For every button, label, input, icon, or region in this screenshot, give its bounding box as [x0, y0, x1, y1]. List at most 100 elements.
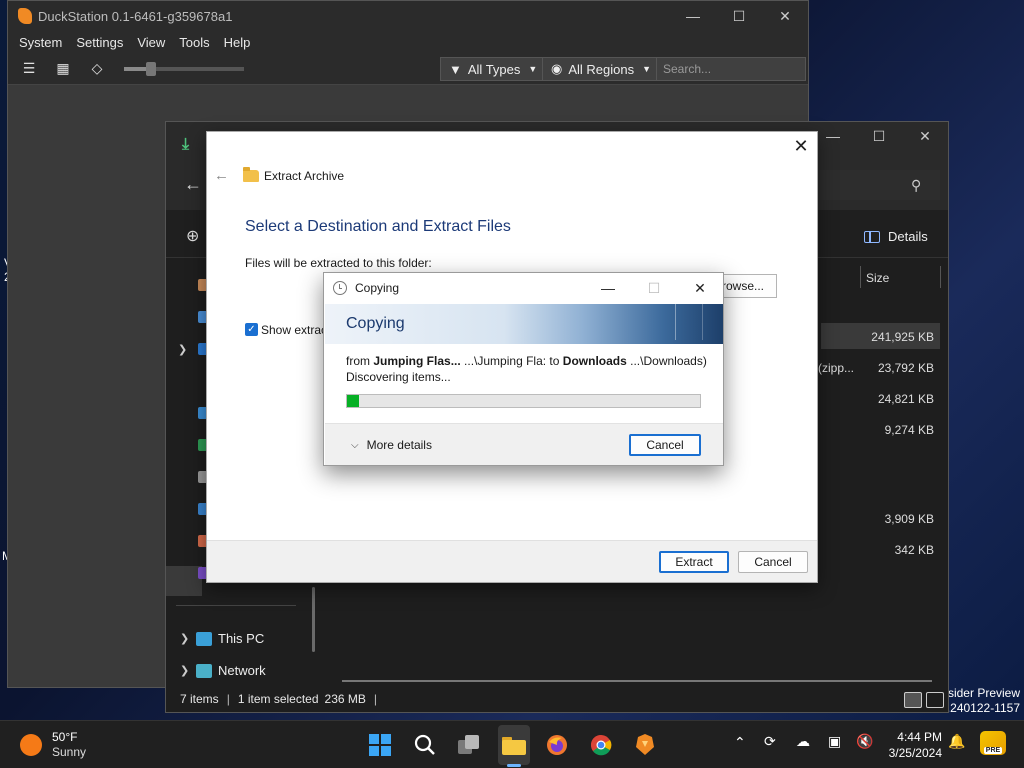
progress-fill	[347, 395, 360, 407]
region-filter-dropdown[interactable]: ◉ All Regions ▼	[542, 57, 661, 81]
search-input[interactable]: Search...	[656, 57, 806, 81]
search-button[interactable]	[409, 729, 441, 761]
show-files-label: Show extract	[261, 323, 331, 337]
chevron-up-icon[interactable]: ⌃	[734, 734, 746, 751]
clock-icon	[333, 281, 347, 295]
list-view-icon[interactable]: ☰	[16, 57, 42, 81]
task-view-button[interactable]	[453, 729, 485, 761]
grid-view-icon[interactable]: ▦	[50, 57, 76, 81]
start-button[interactable]	[364, 729, 396, 761]
region-filter-label: All Regions	[568, 61, 635, 77]
new-plus-icon[interactable]: ⊕	[186, 226, 199, 246]
expand-chevron[interactable]: ❯	[178, 343, 194, 356]
chrome-taskbar-button[interactable]	[585, 729, 617, 761]
back-arrow-icon[interactable]: ←	[214, 167, 229, 184]
file-size-cell: 3,909 KB	[884, 512, 934, 526]
insider-pre-badge-icon[interactable]: PRE	[980, 731, 1006, 755]
menu-tools[interactable]: Tools	[172, 35, 216, 50]
download-icon: ⤓	[182, 136, 190, 153]
nav-network[interactable]: ❯ Network	[180, 663, 266, 678]
close-icon[interactable]: ✕	[762, 8, 808, 25]
computer-icon	[196, 631, 212, 646]
minimize-icon[interactable]: —	[585, 273, 631, 303]
duckstation-icon	[636, 734, 654, 755]
column-header-size[interactable]: Size	[866, 271, 889, 285]
menu-help[interactable]: Help	[217, 35, 258, 50]
file-explorer-taskbar-button[interactable]	[498, 729, 530, 761]
status-selected: 1 item selected	[237, 692, 319, 706]
close-icon[interactable]: ✕	[791, 136, 811, 157]
copy-title: Copying	[355, 281, 400, 295]
extract-button[interactable]: Extract	[659, 551, 729, 573]
status-size: 236 MB	[324, 692, 366, 706]
status-item-count: 7 items	[180, 692, 219, 706]
notification-bell-icon[interactable]: 🔔	[948, 733, 965, 750]
active-app-indicator	[507, 764, 521, 767]
dialog-heading: Select a Destination and Extract Files	[245, 218, 511, 235]
chevron-right-icon: ❯	[180, 633, 190, 645]
weather-widget[interactable]: 50°F Sunny	[20, 730, 86, 760]
banner-text: Copying	[346, 315, 405, 332]
slider-handle[interactable]	[146, 61, 156, 76]
status-bar: 7 items | 1 item selected 236 MB |	[166, 686, 948, 712]
menu-system[interactable]: System	[12, 35, 69, 50]
system-clock[interactable]: 4:44 PM 3/25/2024	[884, 729, 942, 761]
weather-condition: Sunny	[52, 745, 87, 759]
cancel-copy-button[interactable]: Cancel	[629, 434, 701, 456]
close-icon[interactable]: ✕	[902, 122, 948, 150]
menu-settings[interactable]: Settings	[69, 35, 130, 50]
details-view-icon[interactable]	[904, 692, 922, 708]
minimize-icon[interactable]: —	[670, 8, 716, 25]
chevron-down-icon: ⌵	[351, 439, 359, 451]
horizontal-scrollbar[interactable]	[342, 680, 932, 682]
sun-icon	[20, 734, 42, 756]
firefox-icon	[547, 735, 567, 755]
zip-folder-icon	[243, 167, 259, 182]
duckstation-taskbar-button[interactable]	[629, 729, 661, 761]
filter-icon: ▼	[449, 61, 462, 77]
file-size-cell: 342 KB	[894, 543, 934, 557]
os-watermark-line1: sider Preview	[947, 686, 1020, 700]
type-filter-dropdown[interactable]: ▼ All Types ▼	[440, 57, 547, 81]
nav-this-pc-label: This PC	[218, 631, 265, 646]
details-label: Details	[888, 229, 928, 244]
tag-icon[interactable]: ◇	[84, 57, 110, 81]
file-size-cell: 23,792 KB	[877, 361, 934, 375]
duckstation-titlebar[interactable]: DuckStation 0.1-6461-g359678a1 — ☐ ✕	[8, 1, 808, 31]
destination-label: Files will be extracted to this folder:	[245, 256, 432, 270]
maximize-icon: ☐	[647, 280, 661, 296]
sync-icon[interactable]: ⟳	[764, 733, 776, 750]
zoom-slider[interactable]	[124, 61, 244, 76]
globe-icon: ◉	[551, 61, 563, 76]
weather-temperature: 50°F	[52, 730, 78, 744]
nav-this-pc[interactable]: ❯ This PC	[180, 631, 264, 646]
firefox-taskbar-button[interactable]	[541, 729, 573, 761]
more-details-toggle[interactable]: ⌵ More details	[351, 438, 432, 452]
taskbar: 50°F Sunny ⌃ ⟳ ☁ ▣ 🔇 4:44 PM 3/25/2024 🔔…	[0, 720, 1024, 768]
network-icon	[196, 663, 212, 678]
volume-muted-icon[interactable]: 🔇	[856, 733, 873, 750]
back-arrow-icon[interactable]: ←	[184, 174, 202, 195]
os-watermark-line2: .240122-1157	[946, 701, 1020, 715]
menu-view[interactable]: View	[130, 35, 172, 50]
close-icon[interactable]: ✕	[677, 273, 723, 303]
dest-name: Downloads	[562, 354, 627, 368]
column-divider[interactable]	[940, 266, 941, 288]
explorer-search-box[interactable]	[820, 170, 940, 200]
display-icon[interactable]: ▣	[828, 733, 841, 750]
tiles-view-icon[interactable]	[926, 692, 944, 708]
show-files-checkbox[interactable]: ✓	[245, 323, 258, 336]
source-path: ...\Jumping Fla:	[464, 354, 547, 368]
dest-path: ...\Downloads)	[630, 354, 707, 368]
search-icon[interactable]: ⚲	[911, 177, 921, 194]
column-divider[interactable]	[860, 266, 861, 288]
maximize-icon[interactable]: ☐	[716, 8, 762, 25]
nav-scrollbar[interactable]	[312, 587, 315, 652]
window-title: DuckStation 0.1-6461-g359678a1	[38, 8, 233, 24]
cloud-offline-icon[interactable]: ☁	[796, 733, 810, 750]
copy-footer: ⌵ More details Cancel	[325, 423, 723, 465]
maximize-icon[interactable]: ☐	[856, 122, 902, 150]
cancel-button[interactable]: Cancel	[738, 551, 808, 573]
file-size-cell: 24,821 KB	[877, 392, 934, 406]
details-pane-button[interactable]: Details	[864, 229, 928, 244]
